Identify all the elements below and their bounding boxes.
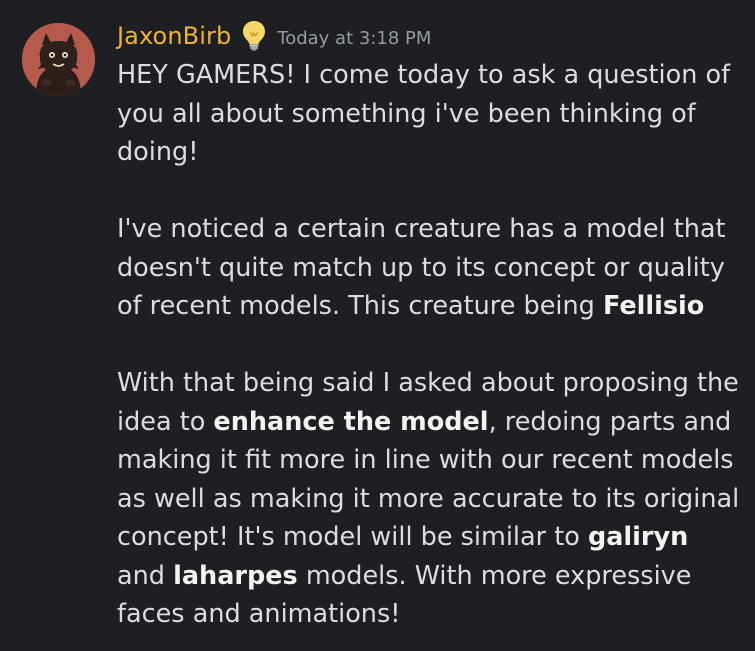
lightbulb-icon[interactable] [241, 19, 267, 51]
galiryn-bold: galiryn [587, 522, 689, 552]
message-paragraph-1: HEY GAMERS! I come today to ask a questi… [117, 60, 731, 167]
paragraph-3-part-3: and [117, 560, 174, 591]
chat-message: JaxonBirb Today at 3:18 PM HEY GAMERS! I… [0, 0, 755, 651]
creature-name-bold: Fellisio [602, 291, 705, 321]
author-avatar[interactable] [22, 23, 95, 96]
creature-avatar-icon [22, 23, 95, 96]
message-paragraph-3: With that being said I asked about propo… [117, 364, 742, 634]
author-username[interactable]: JaxonBirb [117, 22, 231, 50]
enhance-model-bold: enhance the model [213, 406, 489, 437]
message-timestamp[interactable]: Today at 3:18 PM [277, 28, 431, 49]
laharpes-bold: laharpes [173, 560, 298, 591]
message-header: JaxonBirb Today at 3:18 PM [117, 16, 431, 56]
message-content: HEY GAMERS! I come today to ask a questi… [117, 56, 742, 634]
message-paragraph-2: I've noticed a certain creature has a mo… [117, 210, 742, 326]
